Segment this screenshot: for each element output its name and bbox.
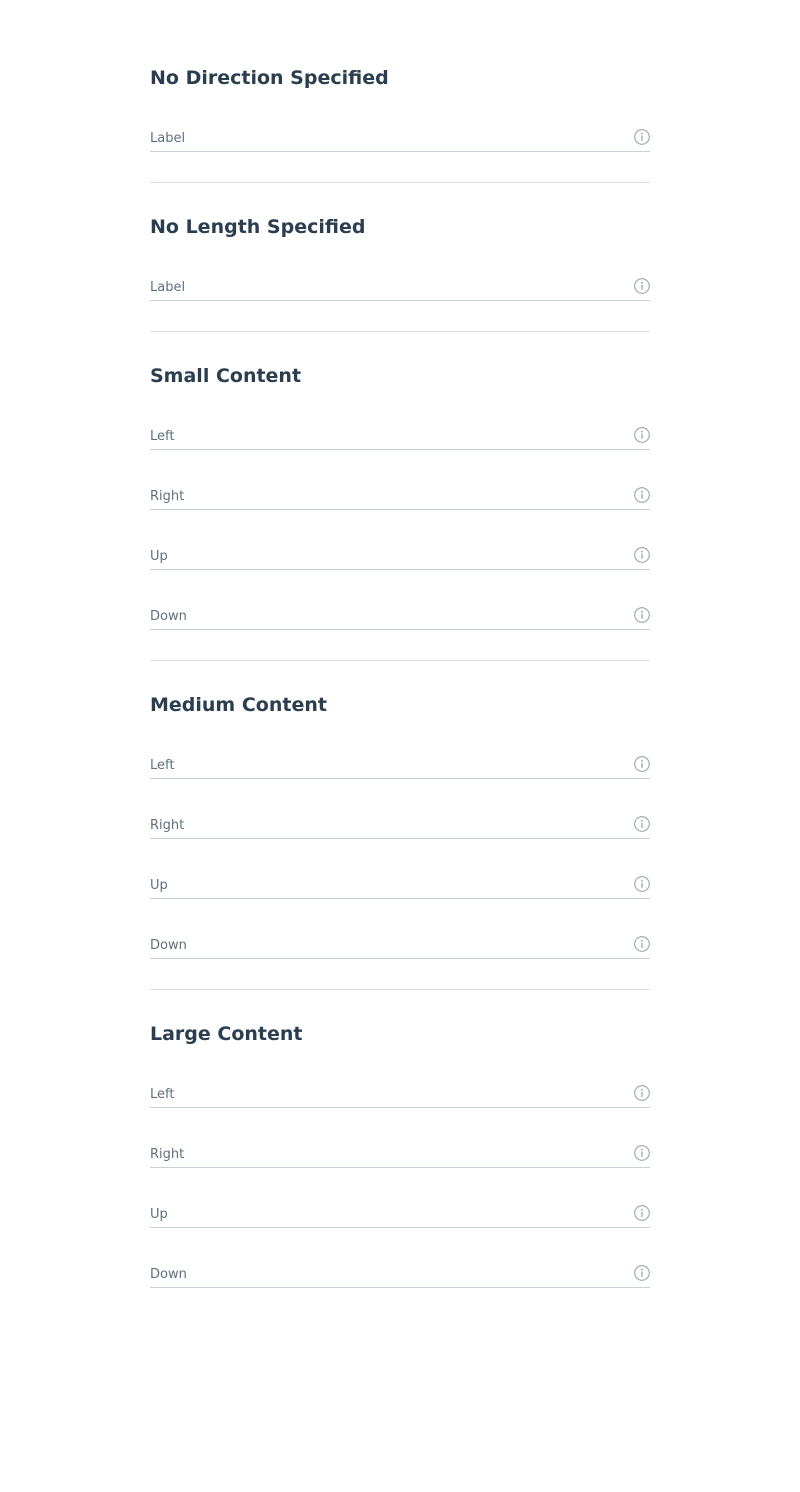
- field-label-text: Down: [150, 1267, 187, 1282]
- field-label-text: Up: [150, 878, 168, 893]
- field-label-text: Up: [150, 549, 168, 564]
- info-icon[interactable]: [634, 1085, 650, 1101]
- section-divider: [150, 660, 650, 661]
- section-divider: [150, 182, 650, 183]
- section-title: No Direction Specified: [150, 67, 389, 89]
- field-label-text: Down: [150, 609, 187, 624]
- field-label[interactable]: Label: [150, 278, 650, 301]
- field-right[interactable]: Right: [150, 487, 650, 510]
- section-title: Small Content: [150, 365, 302, 387]
- info-icon[interactable]: [634, 278, 650, 294]
- info-icon[interactable]: [634, 1145, 650, 1161]
- field-label-text: Left: [150, 758, 175, 773]
- info-icon[interactable]: [634, 547, 650, 563]
- field-down[interactable]: Down: [150, 1265, 650, 1288]
- field-label-text: Left: [150, 429, 175, 444]
- info-icon[interactable]: [634, 607, 650, 623]
- info-icon[interactable]: [634, 1265, 650, 1281]
- info-icon[interactable]: [634, 129, 650, 145]
- info-icon[interactable]: [634, 936, 650, 952]
- info-icon[interactable]: [634, 487, 650, 503]
- field-label-text: Label: [150, 131, 186, 146]
- field-label-text: Right: [150, 489, 185, 504]
- field-left[interactable]: Left: [150, 1085, 650, 1108]
- field-up[interactable]: Up: [150, 1205, 650, 1228]
- field-up[interactable]: Up: [150, 547, 650, 570]
- field-label-text: Down: [150, 938, 187, 953]
- field-label[interactable]: Label: [150, 129, 650, 152]
- info-icon[interactable]: [634, 1205, 650, 1221]
- info-icon[interactable]: [634, 427, 650, 443]
- section-title: Medium Content: [150, 694, 327, 716]
- section-title: No Length Specified: [150, 216, 366, 238]
- field-label-text: Up: [150, 1207, 168, 1222]
- info-icon[interactable]: [634, 756, 650, 772]
- field-up[interactable]: Up: [150, 876, 650, 899]
- field-right[interactable]: Right: [150, 816, 650, 839]
- field-label-text: Label: [150, 280, 186, 295]
- field-left[interactable]: Left: [150, 427, 650, 450]
- field-label-text: Left: [150, 1087, 175, 1102]
- field-label-text: Right: [150, 818, 185, 833]
- section-title: Large Content: [150, 1023, 303, 1045]
- section-divider: [150, 331, 650, 332]
- field-label-text: Right: [150, 1147, 185, 1162]
- section-divider: [150, 989, 650, 990]
- field-down[interactable]: Down: [150, 936, 650, 959]
- field-left[interactable]: Left: [150, 756, 650, 779]
- field-down[interactable]: Down: [150, 607, 650, 630]
- info-icon[interactable]: [634, 876, 650, 892]
- field-right[interactable]: Right: [150, 1145, 650, 1168]
- info-icon[interactable]: [634, 816, 650, 832]
